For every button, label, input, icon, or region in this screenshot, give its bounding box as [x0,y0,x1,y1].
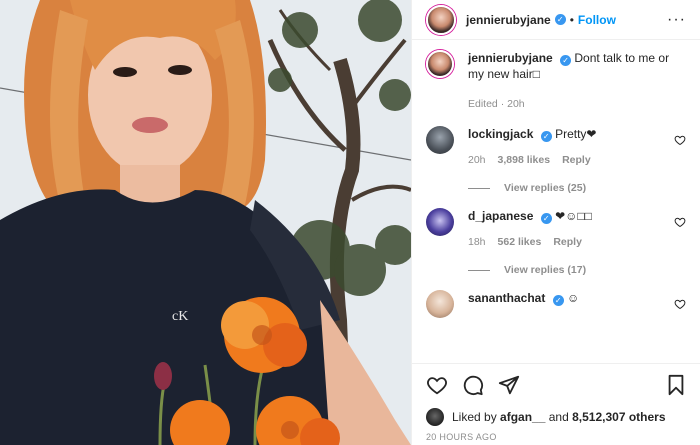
commenter-username[interactable]: lockingjack [468,127,533,141]
verified-icon: ✓ [560,55,572,66]
comment-text: ☺ [567,291,580,305]
liked-by-prefix: Liked by [452,410,497,424]
more-icon[interactable]: ··· [667,11,686,29]
liked-by: Liked by afgan__ and 8,512,307 others [412,406,700,428]
comment-heart-icon[interactable] [674,216,686,228]
photo-logo-text: cK [172,309,188,324]
liked-by-user[interactable]: afgan__ [500,410,545,424]
comment-time[interactable]: 20h [468,152,486,168]
comment-item: d_japanese ✓ ❤☺□□ 18h 562 likes Reply [426,208,686,250]
view-replies-label: View replies (25) [504,182,587,194]
likes-count[interactable]: 8,512,307 others [572,410,665,424]
view-replies-button[interactable]: View replies (17) [468,264,686,276]
post-header: jennierubyjane ✓ • Follow ··· [412,0,700,40]
commenter-username[interactable]: d_japanese [468,209,533,223]
heart-icon[interactable] [426,374,448,396]
caption-edited: Edited · 20h [468,98,525,110]
commenter-username[interactable]: sananthachat [468,291,545,305]
verified-icon: ✓ [552,295,564,306]
commenter-avatar[interactable] [426,290,454,318]
comment-time[interactable]: 18h [468,234,486,250]
caption-author[interactable]: jennierubyjane [468,51,553,65]
follow-button[interactable]: Follow [578,13,616,27]
comment-text: ❤☺□□ [555,209,592,223]
replies-line [468,269,490,271]
caption: jennierubyjane ✓ Dont talk to me or my n… [426,50,686,112]
author-username[interactable]: jennierubyjane [466,13,551,27]
comment-item: lockingjack ✓ Pretty❤ 20h 3,898 likes Re… [426,126,686,168]
comment-likes[interactable]: 562 likes [498,234,542,250]
post-viewer: cK jennierubyjane ✓ • Follow ··· jennier… [0,0,700,445]
liked-by-and: and [548,410,569,424]
author-avatar[interactable] [426,4,456,35]
replies-line [468,187,490,189]
post-side-panel: jennierubyjane ✓ • Follow ··· jennieruby… [411,0,700,445]
commenter-avatar[interactable] [426,208,454,236]
comment-heart-icon[interactable] [674,134,686,146]
post-photo[interactable]: cK [0,0,411,445]
commenter-avatar[interactable] [426,126,454,154]
comment-text: Pretty❤ [555,127,597,141]
separator-dot: • [569,12,574,27]
comment-icon[interactable] [462,374,484,396]
bookmark-icon[interactable] [665,374,687,396]
caption-author-avatar[interactable] [426,50,454,78]
reply-button[interactable]: Reply [553,234,582,250]
share-icon[interactable] [498,374,520,396]
post-timestamp[interactable]: 20 HOURS AGO [412,428,700,442]
action-icons [412,364,700,406]
photo-illustration: cK [0,0,411,445]
verified-icon: ✓ [540,213,552,224]
comment-heart-icon[interactable] [674,298,686,310]
comment-likes[interactable]: 3,898 likes [498,152,551,168]
comment-item: sananthachat ✓ ☺ [426,290,686,318]
reply-button[interactable]: Reply [562,152,591,168]
comments-list[interactable]: jennierubyjane ✓ Dont talk to me or my n… [412,40,700,363]
liker-avatar[interactable] [426,408,444,426]
post-actions: Liked by afgan__ and 8,512,307 others 20… [412,363,700,445]
verified-icon: ✓ [554,14,566,25]
verified-icon: ✓ [540,131,552,142]
view-replies-button[interactable]: View replies (25) [468,182,686,194]
view-replies-label: View replies (17) [504,264,587,276]
